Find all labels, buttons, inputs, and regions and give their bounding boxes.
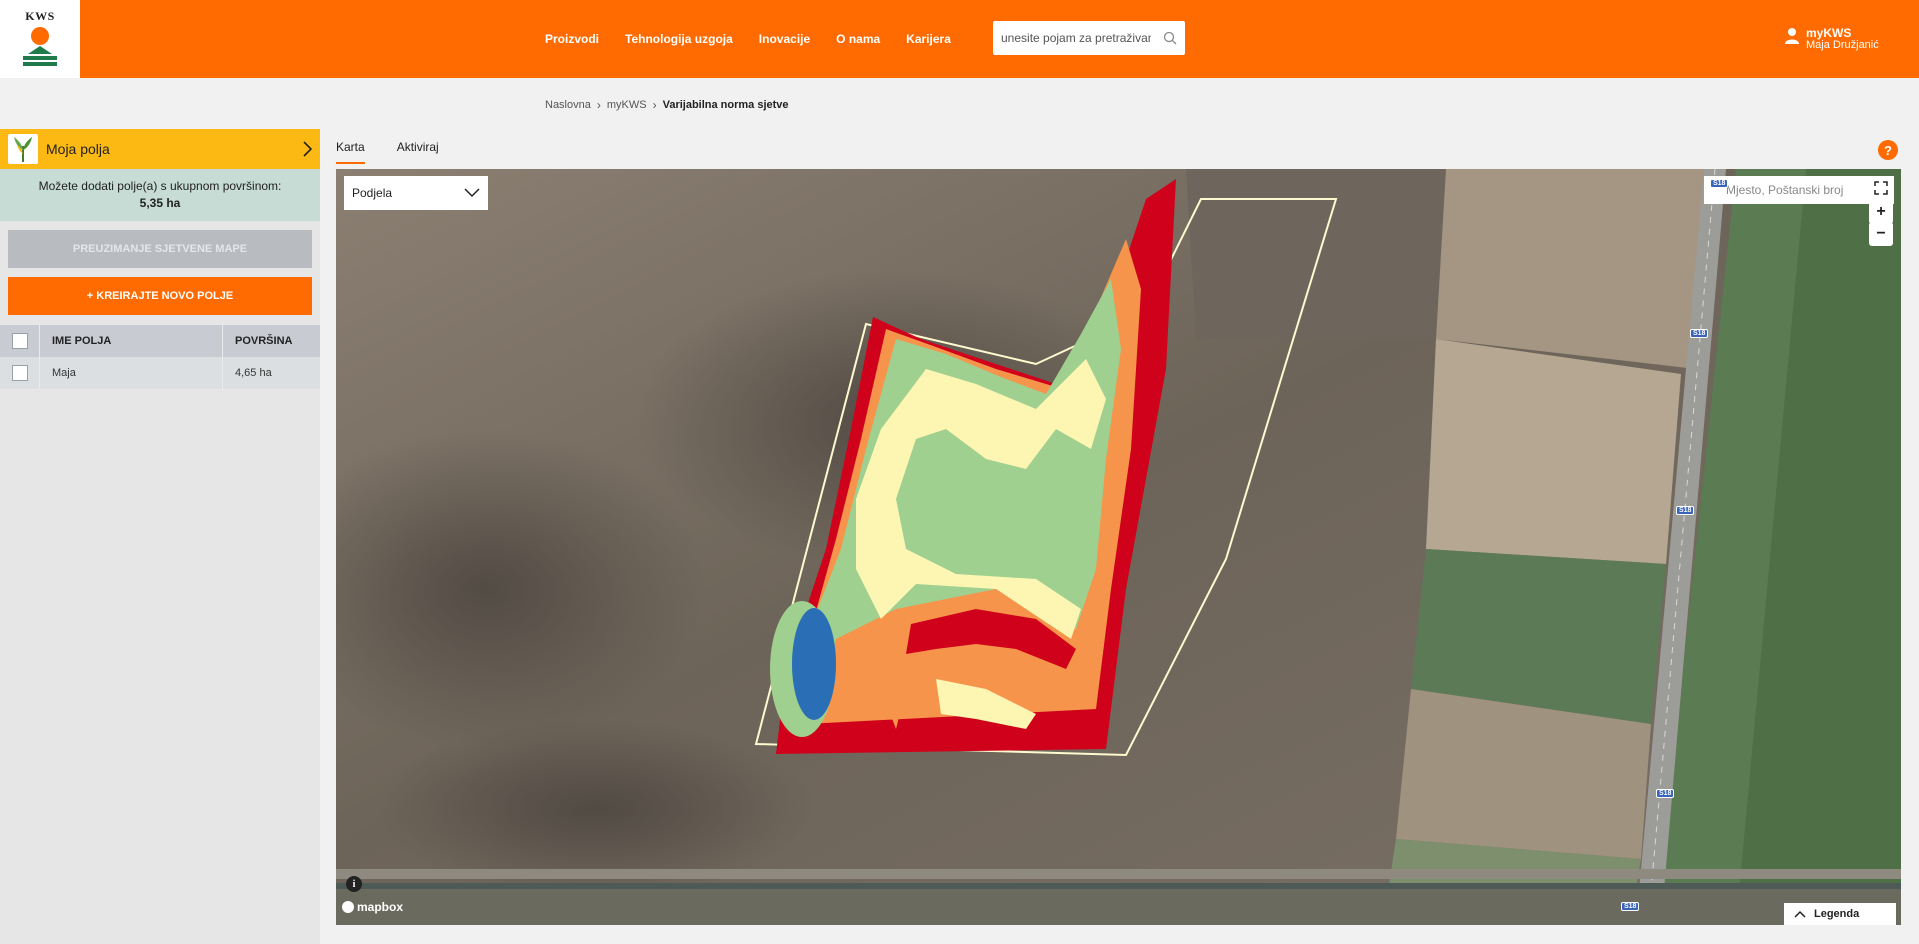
kws-logo[interactable]: KWS xyxy=(0,0,80,78)
field-area-cell: 4,65 ha xyxy=(235,367,272,379)
table-header-row: IME POLJA POVRŠINA xyxy=(0,325,320,357)
map-search-input[interactable] xyxy=(1726,183,1886,197)
logo-text: KWS xyxy=(25,8,55,23)
user-title: myKWS xyxy=(1806,26,1852,40)
row-checkbox[interactable] xyxy=(11,365,28,381)
road-label: S18 xyxy=(1676,506,1695,515)
breadcrumb-home[interactable]: Naslovna xyxy=(545,99,591,111)
logo-mark-icon xyxy=(23,26,57,66)
my-fields-title: Moja polja xyxy=(46,141,110,157)
mapbox-label: mapbox xyxy=(357,900,404,914)
user-account[interactable]: myKWS Maja Družjanić xyxy=(1784,27,1879,51)
zone-mode-value: Podjela xyxy=(352,186,393,200)
field-map[interactable]: Podjela + − S18 S18 S18 S18 S18 i mapbox… xyxy=(336,169,1901,925)
mapbox-logo[interactable]: mapbox xyxy=(342,900,403,914)
breadcrumb-current: Varijabilna norma sjetve xyxy=(662,99,789,111)
breadcrumb-mykws[interactable]: myKWS xyxy=(607,99,647,111)
column-header-area[interactable]: POVRŠINA xyxy=(223,325,320,357)
road-label: S18 xyxy=(1710,179,1729,188)
chevron-right-icon: › xyxy=(652,98,657,112)
available-area-text: Možete dodati polje(a) s ukupnom površin… xyxy=(38,179,282,193)
nav-item-tehnologija-uzgoja[interactable]: Tehnologija uzgoja xyxy=(625,32,733,46)
header-search xyxy=(993,21,1185,55)
zoom-out-button[interactable]: − xyxy=(1869,222,1893,246)
tab-aktiviraj[interactable]: Aktiviraj xyxy=(397,140,439,164)
map-location-search xyxy=(1704,176,1894,204)
my-fields-header[interactable]: Moja polja xyxy=(0,129,320,169)
search-icon[interactable] xyxy=(1163,31,1177,45)
tab-karta[interactable]: Karta xyxy=(336,140,365,164)
plant-icon xyxy=(8,134,38,164)
download-seeding-map-button[interactable]: PREUZIMANJE SJETVENE MAPE xyxy=(8,230,312,268)
legend-toggle[interactable]: Legenda xyxy=(1784,903,1896,925)
nav-item-inovacije[interactable]: Inovacije xyxy=(759,32,810,46)
chevron-down-icon xyxy=(464,188,480,198)
chevron-right-icon: › xyxy=(596,98,601,112)
create-new-field-button[interactable]: + KREIRAJTE NOVO POLJE xyxy=(8,277,312,315)
road-label: S18 xyxy=(1656,789,1675,798)
column-header-name[interactable]: IME POLJA xyxy=(40,325,223,357)
chevron-up-icon xyxy=(1794,910,1806,918)
available-area-value: 5,35 ha xyxy=(139,196,181,210)
fields-sidebar: Moja polja Možete dodati polje(a) s ukup… xyxy=(0,129,320,944)
legend-label: Legenda xyxy=(1814,908,1860,920)
field-name-cell[interactable]: Maja xyxy=(40,357,223,389)
nav-item-karijera[interactable]: Karijera xyxy=(906,32,951,46)
mapbox-mark-icon xyxy=(342,901,354,913)
user-icon xyxy=(1785,28,1799,44)
road-label: S18 xyxy=(1621,902,1640,911)
available-area-info: Možete dodati polje(a) s ukupnom površin… xyxy=(0,169,320,221)
view-tabs: Karta Aktiviraj xyxy=(336,140,439,164)
user-name: Maja Družjanić xyxy=(1806,39,1879,51)
fields-table: IME POLJA POVRŠINA Maja 4,65 ha xyxy=(0,325,320,389)
zoom-in-button[interactable]: + xyxy=(1869,200,1893,224)
nav-item-o-nama[interactable]: O nama xyxy=(836,32,880,46)
road-label: S18 xyxy=(1690,329,1709,338)
top-header: KWS Proizvodi Tehnologija uzgoja Inovaci… xyxy=(0,0,1919,78)
main-nav: Proizvodi Tehnologija uzgoja Inovacije O… xyxy=(545,0,951,78)
select-all-checkbox[interactable] xyxy=(11,333,28,349)
nav-item-proizvodi[interactable]: Proizvodi xyxy=(545,32,599,46)
header-search-input[interactable] xyxy=(1001,31,1151,45)
attribution-info-icon[interactable]: i xyxy=(346,876,362,892)
zone-mode-dropdown[interactable]: Podjela xyxy=(344,176,488,210)
fullscreen-icon[interactable] xyxy=(1869,176,1893,200)
chevron-right-icon xyxy=(303,141,312,157)
help-icon[interactable]: ? xyxy=(1878,140,1898,160)
breadcrumb: Naslovna › myKWS › Varijabilna norma sje… xyxy=(545,98,789,112)
satellite-imagery xyxy=(336,169,1901,925)
table-row[interactable]: Maja 4,65 ha xyxy=(0,357,320,389)
